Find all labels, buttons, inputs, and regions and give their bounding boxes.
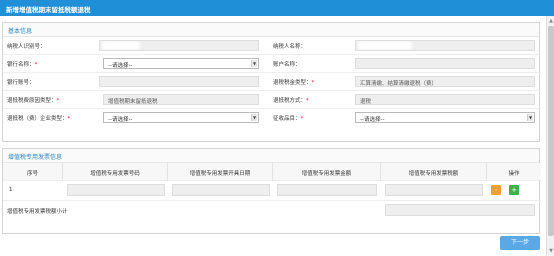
next-button[interactable]: 下一步 bbox=[500, 236, 540, 250]
enterprise-select-value: --请选择-- bbox=[108, 117, 133, 123]
refund-type-field: 汇算清缴、结算清缴退税（费） bbox=[355, 76, 535, 87]
subtotal-field bbox=[385, 204, 535, 216]
invoice-panel: 增值税专用发票信息 序号 增值税专用发票号码 增值税专用发票开具日期 增值税专用… bbox=[2, 148, 541, 234]
chevron-down-icon: ▼ bbox=[251, 60, 257, 67]
bank-name-text: 银行名称： bbox=[7, 62, 35, 68]
required-mark: * bbox=[300, 116, 304, 122]
invoice-number-input[interactable] bbox=[67, 184, 165, 196]
basic-info-heading: 基本信息 bbox=[3, 23, 539, 37]
bank-account-label: 银行账号： bbox=[7, 80, 35, 86]
subtotal-row: 增值税专用发票税额小计 bbox=[3, 201, 541, 221]
refund-type-text: 退税税金类型： bbox=[273, 80, 312, 86]
invoice-amount-input[interactable] bbox=[277, 184, 377, 196]
tax-item-select[interactable]: --请选择-- ▼ bbox=[355, 112, 535, 123]
col-index: 序号 bbox=[3, 163, 63, 181]
required-mark: * bbox=[306, 98, 309, 104]
refund-basis-text: 退抵税费原因类型： bbox=[7, 98, 57, 104]
add-row-button[interactable]: + bbox=[509, 185, 519, 195]
refund-method-label: 退抵税方式：* bbox=[273, 96, 309, 104]
enterprise-type-text: 退抵税（费）企业类型： bbox=[7, 116, 68, 122]
account-name-field bbox=[355, 58, 535, 69]
taxpayer-name-field bbox=[355, 40, 535, 51]
required-mark: * bbox=[311, 80, 315, 86]
scroll-thumb[interactable] bbox=[548, 26, 554, 236]
basic-info-panel: 基本信息 纳税人识别号： 纳税人名称： 银行名称：* --请选择-- ▼ 账户名称… bbox=[2, 22, 541, 142]
bank-name-select[interactable]: --请选择-- ▼ bbox=[103, 58, 259, 69]
chevron-down-icon: ▼ bbox=[527, 114, 533, 121]
invoice-table-header: 序号 增值税专用发票号码 增值税专用发票开具日期 增值税专用发票金额 增值税专用… bbox=[3, 163, 541, 181]
scroll-up-icon[interactable]: ▲ bbox=[548, 18, 554, 24]
required-mark: * bbox=[56, 98, 60, 104]
table-row: 1 - + bbox=[3, 181, 541, 201]
row-index: 1 bbox=[9, 187, 13, 193]
bank-account-field bbox=[99, 76, 259, 87]
vertical-scrollbar[interactable]: ▲ ▼ bbox=[546, 16, 554, 256]
chevron-down-icon: ▼ bbox=[251, 114, 257, 121]
refund-basis-field: 增值税期末留抵退税 bbox=[103, 94, 259, 105]
bank-select-value: --请选择-- bbox=[108, 63, 133, 69]
invoice-heading: 增值税专用发票信息 bbox=[3, 149, 539, 163]
taxpayer-name-label: 纳税人名称： bbox=[273, 44, 307, 50]
invoice-date-input[interactable] bbox=[172, 184, 270, 196]
invoice-tax-input[interactable] bbox=[385, 184, 483, 196]
enterprise-type-label: 退抵税（费）企业类型：* bbox=[7, 114, 70, 122]
scroll-down-icon[interactable]: ▼ bbox=[548, 248, 554, 254]
refund-method-field: 退税 bbox=[355, 94, 535, 105]
enterprise-type-select[interactable]: --请选择-- ▼ bbox=[103, 112, 259, 123]
window-title: 新增增值税期末留抵税额退税 bbox=[0, 0, 554, 16]
refund-type-label: 退税税金类型：* bbox=[273, 78, 314, 86]
remove-row-button[interactable]: - bbox=[491, 185, 501, 195]
taxpayer-id-field bbox=[99, 40, 259, 51]
row-account: 银行账号： 退税税金类型：* 汇算清缴、结算清缴退税（费） bbox=[3, 73, 541, 91]
row-basis: 退抵税费原因类型：* 增值税期末留抵退税 退抵税方式：* 退税 bbox=[3, 91, 541, 109]
form-content: 基本信息 纳税人识别号： 纳税人名称： 银行名称：* --请选择-- ▼ 账户名称… bbox=[0, 16, 546, 256]
tax-item-text: 征收品目： bbox=[273, 116, 301, 122]
col-actions: 操作 bbox=[508, 171, 520, 177]
tax-item-label: 征收品目：* bbox=[273, 114, 303, 122]
row-taxpayer: 纳税人识别号： 纳税人名称： bbox=[3, 37, 541, 55]
row-enterprise: 退抵税（费）企业类型：* --请选择-- ▼ 征收品目：* --请选择-- ▼ bbox=[3, 109, 541, 127]
bank-name-label: 银行名称：* bbox=[7, 60, 37, 68]
required-mark: * bbox=[34, 62, 38, 68]
col-invoice-tax: 增值税专用发票税额 bbox=[381, 163, 487, 181]
required-mark: * bbox=[67, 116, 71, 122]
col-invoice-amount: 增值税专用发票金额 bbox=[273, 163, 381, 181]
subtotal-label: 增值税专用发票税额小计 bbox=[7, 209, 68, 215]
account-name-label: 账户名称： bbox=[273, 62, 301, 68]
taxpayer-id-label: 纳税人识别号： bbox=[7, 44, 46, 50]
row-bank: 银行名称：* --请选择-- ▼ 账户名称： bbox=[3, 55, 541, 73]
tax-item-select-value: --请选择-- bbox=[360, 117, 385, 123]
refund-method-text: 退抵税方式： bbox=[273, 98, 307, 104]
col-invoice-date: 增值税专用发票开具日期 bbox=[168, 163, 273, 181]
refund-basis-label: 退抵税费原因类型：* bbox=[7, 96, 59, 104]
col-invoice-number: 增值税专用发票号码 bbox=[63, 163, 168, 181]
